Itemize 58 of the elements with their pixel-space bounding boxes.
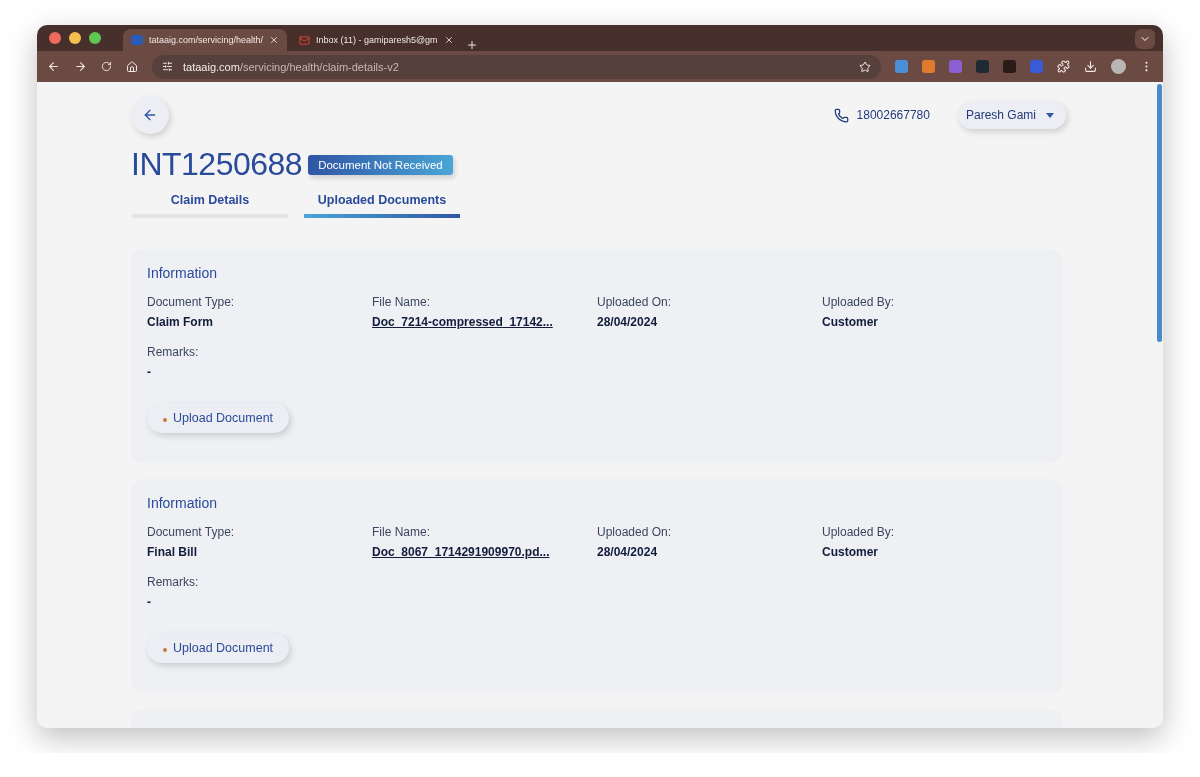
close-tab-icon[interactable]: [269, 35, 280, 45]
field-value: Customer: [822, 545, 878, 559]
field-value: 28/04/2024: [597, 545, 658, 559]
bookmark-star-icon[interactable]: [859, 60, 871, 73]
address-bar[interactable]: tataaig.com/servicing/health/claim-details-v2: [152, 54, 881, 79]
phone-number: 18002667780: [856, 108, 930, 122]
forward-icon[interactable]: [74, 60, 87, 73]
file-link[interactable]: Doc_8067_1714291909970.pd...: [372, 545, 550, 559]
upload-document-button[interactable]: Upload Document: [147, 633, 290, 663]
tab-search-icon[interactable]: [1135, 29, 1155, 49]
scrollbar-thumb[interactable]: [1156, 84, 1162, 342]
browser-tab[interactable]: tataaig.com/servicing/health/: [123, 29, 288, 51]
field-value: 28/04/2024: [597, 315, 658, 329]
field-label: Uploaded On:: [597, 295, 672, 309]
field-label: Uploaded By:: [822, 295, 895, 309]
tab[interactable]: Uploaded Documents: [304, 193, 460, 218]
field-value: Final Bill: [147, 545, 197, 559]
site-settings-icon[interactable]: [162, 61, 173, 72]
browser-tab[interactable]: Inbox (11) - gamiparesh5@gm: [291, 29, 462, 51]
dot-icon: [163, 417, 167, 422]
status-badge: Document Not Received: [308, 154, 453, 175]
field-label: Remarks:: [147, 345, 199, 359]
field-value: -: [147, 365, 151, 379]
dot-icon: [163, 647, 167, 652]
reload-icon[interactable]: [101, 61, 112, 72]
field-value: Customer: [822, 315, 878, 329]
back-icon[interactable]: [47, 60, 60, 73]
card-heading: Information: [147, 265, 219, 281]
field-label: Uploaded On:: [597, 525, 672, 539]
puzzle-icon[interactable]: [1057, 60, 1070, 73]
field-label: Uploaded By:: [822, 525, 895, 539]
field-value: -: [147, 595, 151, 609]
upload-document-button[interactable]: Upload Document: [147, 403, 290, 433]
field-label: File Name:: [372, 525, 430, 539]
claim-id: INT1250688: [131, 146, 303, 183]
user-menu-button[interactable]: Paresh Gami: [957, 101, 1066, 129]
phone-icon: [833, 107, 849, 123]
minimize-window-icon[interactable]: [69, 32, 81, 44]
close-tab-icon[interactable]: [443, 35, 454, 45]
back-button[interactable]: [131, 96, 169, 134]
url-text: tataaig.com/servicing/health/claim-details-v2: [183, 60, 399, 73]
field-label: Remarks:: [147, 575, 199, 589]
zoom-window-icon[interactable]: [89, 32, 101, 44]
home-icon[interactable]: [126, 60, 138, 73]
file-link[interactable]: Doc_7214-compressed_17142...: [372, 315, 553, 329]
tab[interactable]: Claim Details: [132, 193, 288, 218]
site-icon: [131, 35, 143, 45]
new-tab-icon[interactable]: [465, 39, 478, 51]
field-label: Document Type:: [147, 295, 235, 309]
card-heading: Information: [147, 495, 219, 511]
mail-icon: [299, 34, 311, 46]
caret-icon: [1046, 112, 1054, 118]
field-label: Document Type:: [147, 525, 235, 539]
close-window-icon[interactable]: [49, 32, 61, 44]
download-icon[interactable]: [1084, 60, 1097, 73]
field-value: Claim Form: [147, 315, 213, 329]
profile-avatar[interactable]: [1111, 59, 1126, 74]
field-label: File Name:: [372, 295, 430, 309]
